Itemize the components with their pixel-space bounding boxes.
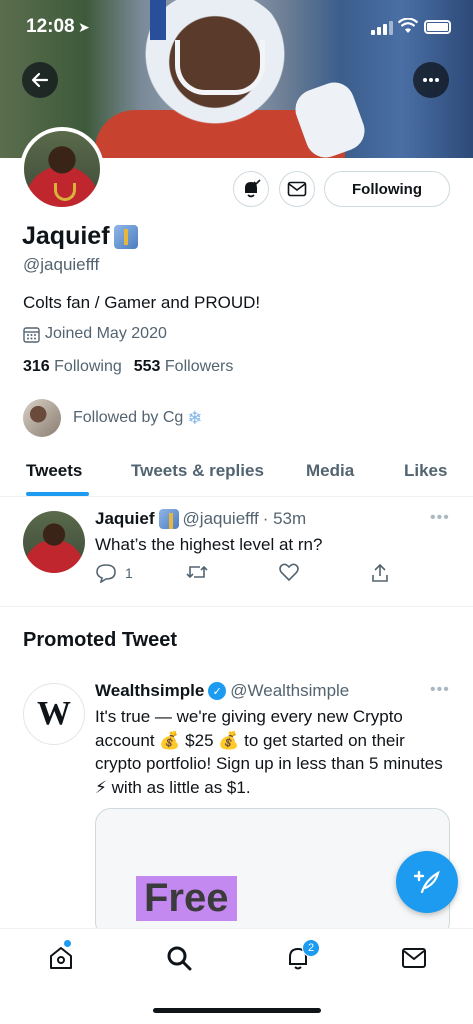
- promoted-more-button[interactable]: •••: [430, 681, 450, 699]
- reply-count: 1: [125, 565, 133, 581]
- reply-button[interactable]: 1: [95, 563, 133, 583]
- nav-search[interactable]: [165, 944, 193, 972]
- tweet-author-name: Jaquief: [95, 509, 155, 528]
- necktie-emoji-icon: [158, 509, 179, 529]
- followers-label: Followers: [164, 358, 234, 375]
- nav-home[interactable]: [47, 944, 75, 972]
- joined-date: Joined May 2020: [23, 325, 167, 343]
- back-arrow-icon: [31, 72, 49, 88]
- home-indicator: [153, 1008, 321, 1013]
- back-button[interactable]: [22, 62, 58, 98]
- profile-handle: @jaquiefff: [23, 255, 100, 274]
- wealthsimple-avatar[interactable]: W: [23, 683, 85, 745]
- tweet-time: · 53m: [262, 509, 307, 528]
- joined-text: Joined May 2020: [45, 325, 167, 342]
- followed-by-text: Followed by Cg: [73, 409, 184, 426]
- tweet-divider: [0, 606, 473, 607]
- avatar-chain: [54, 183, 76, 201]
- notifications-bell-button[interactable]: [233, 171, 269, 207]
- wealthsimple-logo-letter: W: [37, 695, 71, 732]
- promoted-tweet-header-row: Wealthsimple ✓ @Wealthsimple: [95, 681, 349, 701]
- messages-envelope-icon: [402, 948, 426, 968]
- message-button[interactable]: [279, 171, 315, 207]
- followers-count: 553: [133, 358, 161, 375]
- promoted-author-handle: @Wealthsimple: [230, 681, 350, 700]
- snowflake-emoji-icon: ❄: [187, 407, 203, 428]
- follow-stats: 316 Following 553 Followers: [23, 358, 233, 376]
- feather-plus-icon: [413, 870, 440, 894]
- status-bar: 12:08 ➤: [0, 0, 473, 56]
- tweet-more-button[interactable]: •••: [430, 509, 450, 527]
- following-stat[interactable]: 316 Following: [23, 358, 122, 376]
- following-count: 316: [23, 358, 50, 375]
- promoted-tweet-text: It's true — we're giving every new Crypt…: [95, 707, 443, 797]
- tab-media[interactable]: Media: [306, 461, 354, 481]
- promoted-card-text: Free: [136, 876, 237, 921]
- reply-icon: [96, 564, 116, 583]
- calendar-icon: [23, 326, 40, 343]
- cellular-signal-icon: [371, 21, 393, 35]
- search-icon: [167, 946, 192, 971]
- more-dots-icon: [423, 78, 439, 82]
- tab-likes[interactable]: Likes: [404, 461, 447, 481]
- promoted-author-name: Wealthsimple: [95, 681, 205, 700]
- share-icon: [372, 563, 388, 582]
- verified-badge-icon: ✓: [208, 682, 227, 700]
- profile-tabs: Tweets Tweets & replies Media Likes: [0, 449, 473, 497]
- share-button[interactable]: [371, 563, 389, 583]
- notifications-badge: 2: [302, 939, 320, 957]
- active-tab-indicator: [26, 492, 89, 496]
- retweet-button[interactable]: [186, 563, 208, 581]
- envelope-icon: [287, 181, 307, 197]
- profile-name-text: Jaquief: [22, 222, 110, 250]
- tweet-text: What’s the highest level at rn?: [95, 535, 323, 554]
- retweet-icon: [186, 565, 208, 579]
- necktie-emoji-icon: [113, 224, 138, 249]
- home-icon: [50, 947, 72, 969]
- wifi-icon: [398, 18, 418, 33]
- tweet-actions: 1: [95, 563, 395, 587]
- tab-tweets-replies[interactable]: Tweets & replies: [131, 461, 264, 481]
- nav-messages[interactable]: [400, 944, 428, 972]
- promoted-tweet-header: Promoted Tweet: [23, 629, 178, 651]
- more-options-button[interactable]: [413, 62, 449, 98]
- compose-tweet-button[interactable]: [396, 851, 458, 913]
- followers-stat[interactable]: 553 Followers: [134, 358, 234, 376]
- home-unread-dot: [64, 940, 71, 947]
- heart-icon: [279, 563, 299, 581]
- follower-avatar: [23, 399, 61, 437]
- following-button[interactable]: Following: [324, 171, 450, 207]
- tab-tweets[interactable]: Tweets: [26, 461, 82, 481]
- tweet-avatar[interactable]: [23, 511, 85, 573]
- location-arrow-icon: ➤: [78, 19, 90, 35]
- status-time: 12:08: [26, 16, 75, 37]
- profile-bio: Colts fan / Gamer and PROUD!: [23, 293, 261, 312]
- profile-name: Jaquief: [22, 222, 138, 251]
- bell-check-icon: [245, 179, 261, 198]
- followed-by[interactable]: Followed by Cg ❄: [23, 399, 202, 437]
- tweet-header: Jaquief @jaquiefff · 53m: [95, 509, 306, 529]
- like-button[interactable]: [279, 563, 299, 581]
- battery-icon: [424, 20, 451, 34]
- following-label: Following: [54, 358, 122, 375]
- tweet-author-handle: @jaquiefff: [182, 509, 259, 528]
- profile-avatar[interactable]: [20, 127, 104, 211]
